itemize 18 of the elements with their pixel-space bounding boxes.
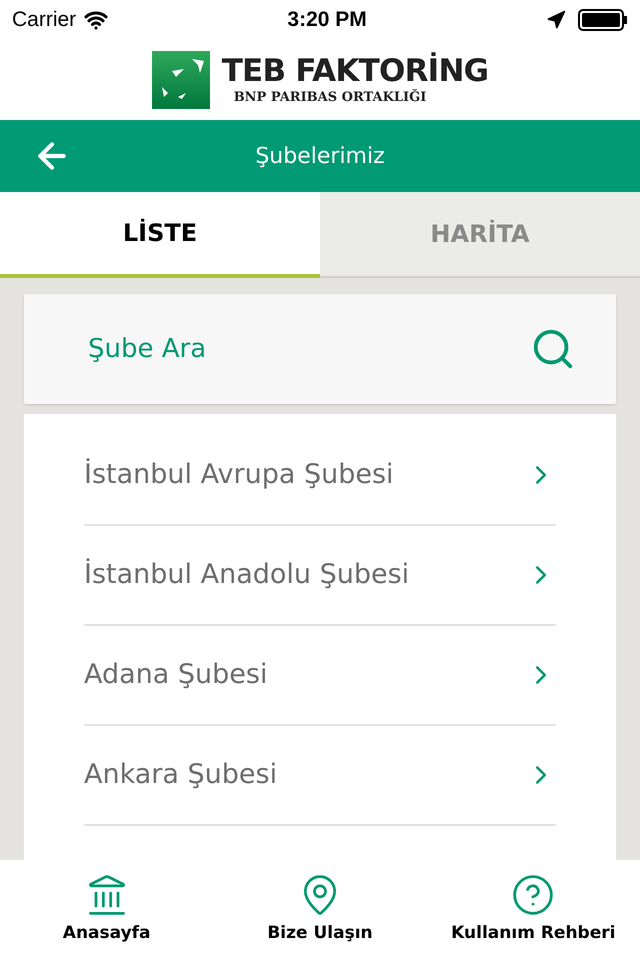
tab[interactable]: LİSTE — [0, 192, 320, 278]
carrier-label: Carrier — [12, 7, 76, 34]
branch-item[interactable]: Ankara Şubesi — [84, 726, 556, 826]
logo-icon — [152, 51, 210, 109]
logo-subtitle: BNP PARIBAS ORTAKLIĞI — [234, 91, 428, 104]
search-field[interactable]: Şube Ara — [24, 294, 616, 404]
tab[interactable]: HARİTA — [320, 192, 640, 278]
nav-item[interactable]: Kullanım Rehberi — [433, 873, 634, 947]
battery-icon — [578, 9, 628, 31]
branch-item[interactable]: İstanbul Anadolu Şubesi — [84, 526, 556, 626]
branch-item[interactable]: Adana Şubesi — [84, 626, 556, 726]
nav-item[interactable]: Bize Ulaşın — [220, 873, 420, 947]
clock: 3:20 PM — [287, 7, 367, 34]
screen-title: Şubelerimiz — [255, 142, 385, 170]
branch-item[interactable]: İstanbul Avrupa Şubesi — [84, 426, 556, 526]
location-arrow-icon — [546, 10, 566, 30]
help-icon — [511, 873, 556, 918]
nav-item[interactable]: Anasayfa — [6, 873, 207, 947]
